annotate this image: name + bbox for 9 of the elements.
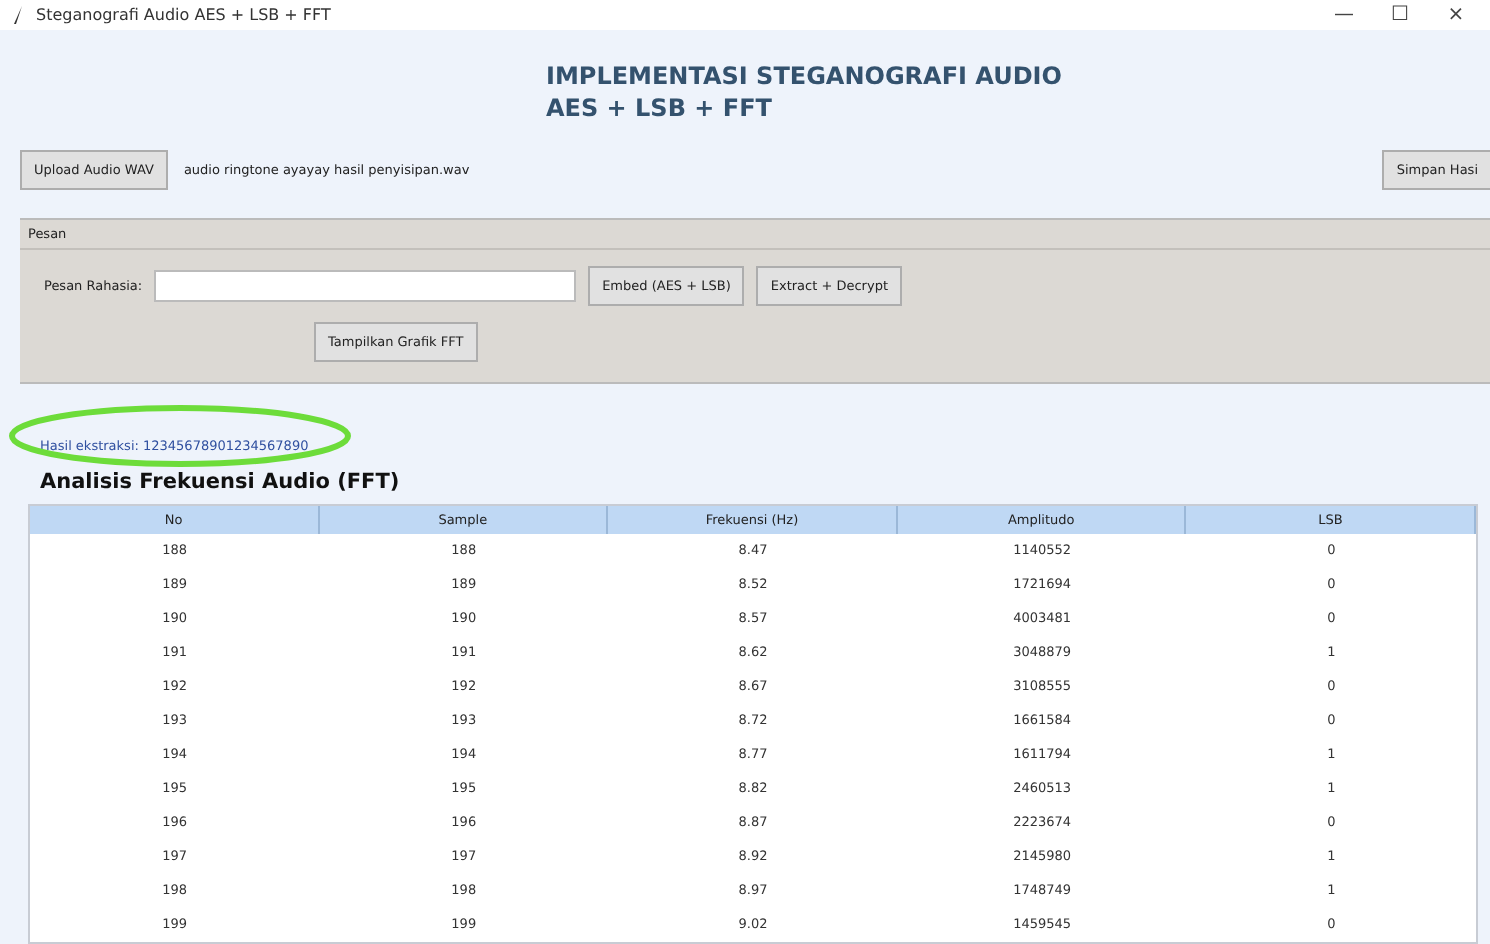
message-field[interactable] [154,270,577,302]
window-control[interactable]: × [1434,4,1478,26]
feather-icon [12,5,24,25]
window-title: Steganografi Audio AES + LSB + FFT [36,6,333,24]
app-title: AES + LSB + FFT [546,94,772,122]
window-control[interactable]: ☐ [1378,4,1422,26]
app-title: IMPLEMENTASI STEGANOGRAFI AUDIO [546,62,1062,90]
table-title: Analisis Frekuensi Audio (FFT) [40,470,402,494]
window-control[interactable]: — [1322,4,1366,26]
